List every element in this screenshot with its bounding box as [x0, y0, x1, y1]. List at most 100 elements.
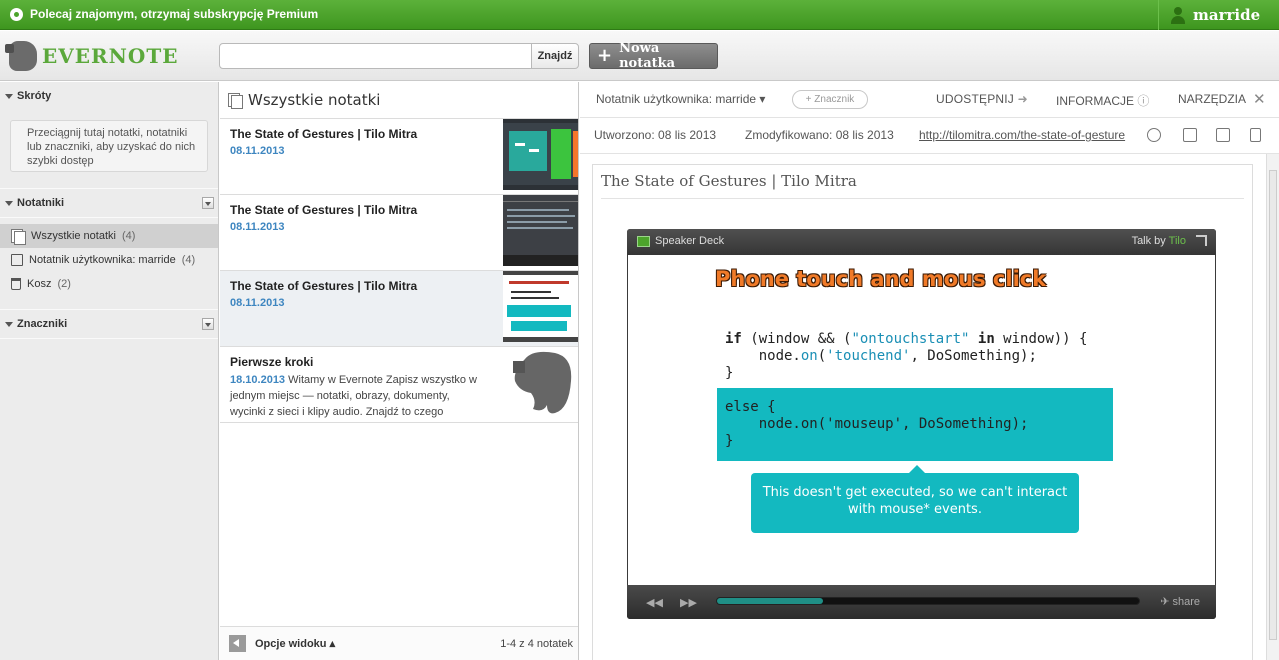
slide: Phone touch and mous click if (window &&…: [628, 255, 1215, 585]
created-date: Utworzono: 08 lis 2013: [594, 128, 717, 142]
evernote-elephant-icon: [503, 347, 578, 418]
player-controls: ◀◀ ▶▶ ✈ share: [627, 585, 1216, 619]
notebooks-dropdown-button[interactable]: [202, 197, 214, 209]
sidebar-item-count: (4): [121, 230, 136, 242]
tags-dropdown-button[interactable]: [202, 318, 214, 330]
progress-bar[interactable]: [716, 597, 1140, 605]
modified-date: Zmodyfikowano: 08 lis 2013: [745, 128, 894, 142]
note-thumbnail: [503, 195, 578, 266]
info-button[interactable]: INFORMACJE ⓘ: [1056, 92, 1149, 109]
sidebar-item-label: Kosz: [27, 278, 52, 290]
player-brand: Speaker Deck: [655, 235, 725, 247]
slide-title: Phone touch and mous click: [715, 267, 1047, 291]
user-icon: [1171, 6, 1185, 24]
referral-link[interactable]: Polecaj znajomym, otrzymaj subskrypcję P…: [10, 7, 318, 21]
previous-icon[interactable]: ◀◀: [646, 596, 663, 609]
editor-toolbar: Notatnik użytkownika: marride ▾ + Znaczn…: [580, 82, 1279, 118]
next-icon[interactable]: ▶▶: [680, 596, 697, 609]
note-count: 1-4 z 4 notatek: [500, 637, 573, 650]
collapse-panel-icon[interactable]: [229, 635, 246, 652]
info-icon: ⓘ: [1137, 94, 1150, 108]
note-thumbnail: [503, 271, 578, 342]
search-input[interactable]: [219, 43, 532, 69]
note-title-field[interactable]: The State of Gestures | Tilo Mitra: [601, 165, 1244, 199]
note-list-title: Wszystkie notatki: [248, 91, 381, 109]
player-share-button[interactable]: ✈ share: [1160, 595, 1200, 608]
close-icon[interactable]: ✕: [1253, 90, 1266, 108]
add-tag-button[interactable]: + Znacznik: [792, 90, 868, 109]
slide-callout: This doesn't get executed, so we can't i…: [751, 465, 1079, 533]
sidebar-item-count: (4): [181, 254, 196, 266]
scrollbar-thumb[interactable]: [1269, 170, 1277, 640]
view-options-button[interactable]: Opcje widoku ▴: [255, 637, 335, 650]
notebook-selector-label: Notatnik użytkownika: marride: [596, 92, 757, 106]
sidebar-item-notebook[interactable]: Notatnik użytkownika: marride (4): [0, 248, 218, 272]
note-date: 18.10.2013: [230, 374, 286, 386]
note-list-footer: Opcje widoku ▴ 1-4 z 4 notatek: [220, 626, 578, 660]
expand-icon[interactable]: [1216, 128, 1230, 142]
sidebar-item-trash[interactable]: Kosz (2): [0, 272, 218, 296]
new-note-label: Nowa notatka: [619, 41, 676, 71]
tools-button[interactable]: NARZĘDZIA: [1178, 92, 1246, 106]
tags-title: Znaczniki: [17, 318, 68, 330]
note-card[interactable]: Pierwsze kroki 18.10.2013 Witamy w Evern…: [220, 347, 578, 423]
share-button[interactable]: UDOSTĘPNIJ ➜: [936, 92, 1028, 106]
tags-header[interactable]: Znaczniki: [0, 310, 218, 338]
slide-code-block: else { node.on('mouseup', DoSomething); …: [725, 399, 1029, 449]
notebooks-header[interactable]: Notatniki: [0, 189, 218, 217]
trash-icon: [11, 278, 21, 290]
share-label: UDOSTĘPNIJ: [936, 92, 1015, 106]
present-icon[interactable]: [1183, 128, 1197, 142]
info-label: INFORMACJE: [1056, 94, 1134, 108]
note-card-selected[interactable]: The State of Gestures | Tilo Mitra 08.11…: [220, 271, 578, 347]
new-note-button[interactable]: + Nowa notatka: [589, 41, 718, 71]
evernote-elephant-icon: [5, 41, 37, 71]
speakerdeck-icon: [637, 236, 650, 247]
shortcuts-title: Skróty: [17, 90, 52, 102]
note-card[interactable]: The State of Gestures | Tilo Mitra 08.11…: [220, 119, 578, 195]
notebooks-title: Notatniki: [17, 197, 65, 209]
sidebar: Skróty Przeciągnij tutaj notatki, notatn…: [0, 82, 219, 660]
notes-stack-icon: [228, 93, 243, 109]
reminder-icon[interactable]: [1147, 128, 1161, 142]
speakerdeck-player[interactable]: Speaker Deck Talk by Tilo Phone touch an…: [627, 229, 1216, 619]
logo[interactable]: EVERNOTE: [5, 41, 179, 71]
trash-icon[interactable]: [1250, 128, 1261, 142]
promo-text: Polecaj znajomym, otrzymaj subskrypcję P…: [30, 7, 319, 21]
shortcuts-header[interactable]: Skróty: [0, 82, 218, 110]
note-body[interactable]: The State of Gestures | Tilo Mitra Speak…: [592, 164, 1253, 660]
notebook-selector[interactable]: Notatnik użytkownika: marride ▾: [596, 92, 765, 106]
share-label: share: [1172, 596, 1200, 608]
notebook-icon: [11, 254, 23, 266]
find-button[interactable]: Znajdź: [531, 43, 579, 69]
note-list: Wszystkie notatki The State of Gestures …: [220, 82, 579, 660]
source-url-link[interactable]: http://tilomitra.com/the-state-of-gestur…: [919, 128, 1125, 142]
note-snippet: 18.10.2013 Witamy w Evernote Zapisz wszy…: [230, 372, 480, 420]
talk-by: Talk by Tilo: [1132, 235, 1186, 247]
note-metadata: Utworzono: 08 lis 2013 Zmodyfikowano: 08…: [580, 118, 1279, 154]
sidebar-item-label: Wszystkie notatki: [31, 230, 116, 242]
note-card[interactable]: The State of Gestures | Tilo Mitra 08.11…: [220, 195, 578, 271]
sidebar-item-count: (2): [57, 278, 71, 290]
talk-by-label: Talk by: [1131, 235, 1166, 247]
shortcuts-dropzone[interactable]: Przeciągnij tutaj notatki, notatniki lub…: [10, 120, 208, 172]
player-topbar: Speaker Deck Talk by Tilo: [627, 229, 1216, 255]
collapse-arrow-icon: [5, 200, 13, 206]
user-menu[interactable]: marride: [1158, 0, 1279, 30]
note-list-header: Wszystkie notatki: [220, 82, 578, 119]
plus-icon: +: [597, 45, 613, 66]
scrollbar[interactable]: [1266, 154, 1279, 660]
collapse-arrow-icon: [5, 93, 13, 99]
slide-code-block: if (window && ("ontouchstart" in window)…: [725, 331, 1088, 381]
sidebar-item-all-notes[interactable]: Wszystkie notatki (4): [0, 224, 218, 248]
notes-stack-icon: [11, 229, 26, 245]
collapse-arrow-icon: [5, 321, 13, 327]
note-thumbnail: [503, 119, 578, 190]
note-editor: Notatnik użytkownika: marride ▾ + Znaczn…: [580, 82, 1279, 660]
share-arrow-icon: ➜: [1017, 92, 1028, 106]
fullscreen-icon[interactable]: [1196, 235, 1207, 246]
logo-text: EVERNOTE: [42, 44, 179, 68]
promo-bar: Polecaj znajomym, otrzymaj subskrypcję P…: [0, 0, 1279, 30]
gift-icon: [10, 7, 23, 21]
talk-author[interactable]: Tilo: [1169, 235, 1186, 247]
